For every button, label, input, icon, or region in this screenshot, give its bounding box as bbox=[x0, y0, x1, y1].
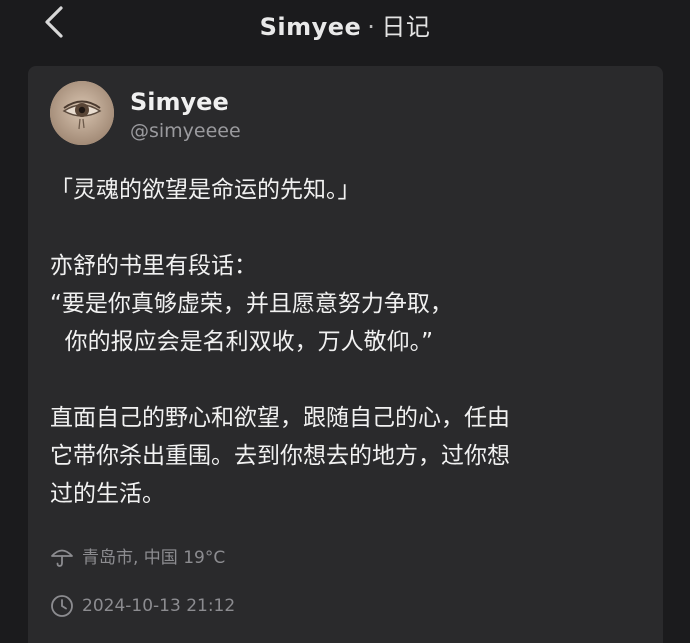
timestamp-text: 2024-10-13 21:12 bbox=[82, 596, 236, 616]
entry-line: 你的报应会是名利双收，万人敬仰。” bbox=[50, 329, 434, 355]
author-handle[interactable]: @simyeeee bbox=[130, 120, 241, 142]
top-nav-bar: Simyee · 日记 bbox=[0, 0, 690, 50]
entry-line: 它带你杀出重围。去到你想去的地方，过你想 bbox=[50, 443, 510, 469]
clock-icon bbox=[50, 594, 74, 618]
entry-timestamp: 2024-10-13 21:12 bbox=[50, 594, 235, 618]
page-title-name: Simyee bbox=[259, 13, 362, 41]
entry-line: 直面自己的野心和欲望，跟随自己的心，任由 bbox=[50, 405, 510, 431]
umbrella-icon bbox=[50, 544, 74, 568]
avatar[interactable] bbox=[50, 81, 114, 145]
author-name[interactable]: Simyee bbox=[130, 88, 229, 116]
page-title-subtitle: 日记 bbox=[381, 13, 431, 41]
entry-line: 过的生活。 bbox=[50, 481, 165, 507]
entry-body: 「灵魂的欲望是命运的先知。」 亦舒的书里有段话： “要是你真够虚荣，并且愿意努力… bbox=[50, 171, 640, 513]
entry-line: 「灵魂的欲望是命运的先知。」 bbox=[50, 177, 361, 203]
entry-line: 亦舒的书里有段话： bbox=[50, 253, 257, 279]
diary-screen: Simyee · 日记 Simyee @simyeeee 「灵魂的欲望是命运的先… bbox=[0, 0, 690, 643]
location-weather: 青岛市, 中国 19°C bbox=[50, 543, 225, 568]
entry-line: “要是你真够虚荣，并且愿意努力争取， bbox=[50, 291, 453, 317]
page-title: Simyee · 日记 bbox=[0, 7, 690, 42]
diary-entry-card: Simyee @simyeeee 「灵魂的欲望是命运的先知。」 亦舒的书里有段话… bbox=[28, 66, 663, 643]
location-text: 青岛市, 中国 19°C bbox=[82, 548, 226, 568]
title-separator: · bbox=[367, 13, 376, 41]
